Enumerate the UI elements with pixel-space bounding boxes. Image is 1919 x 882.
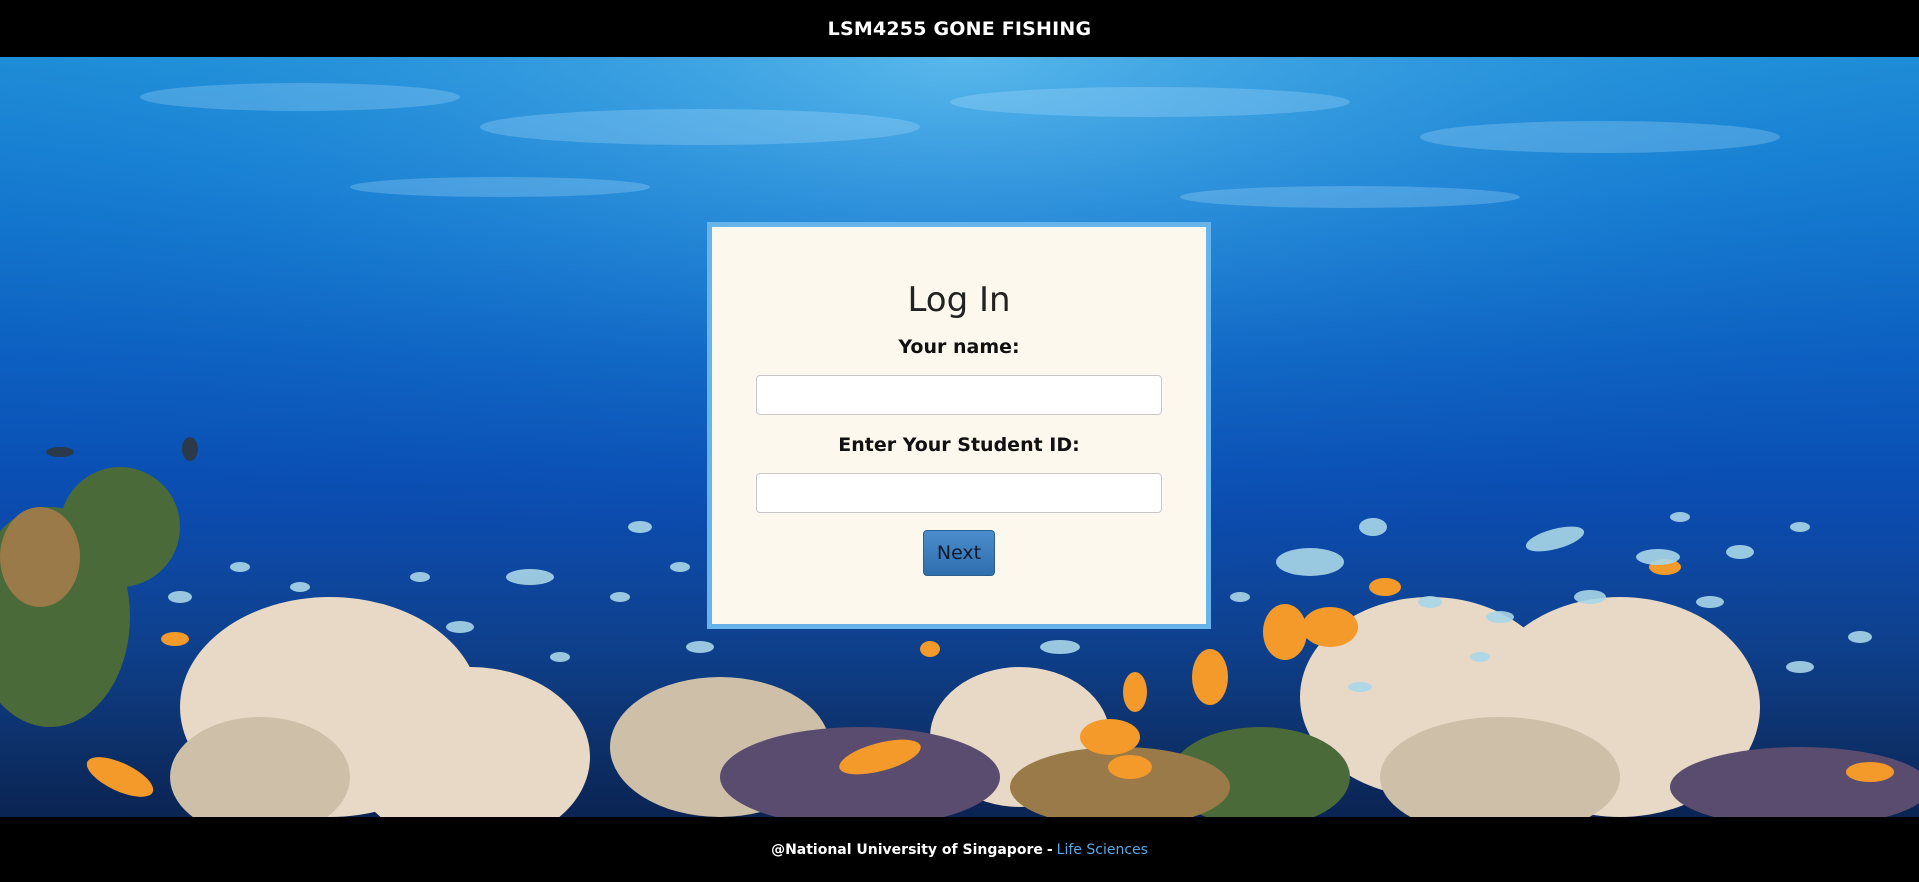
login-card: Log In Your name: Enter Your Student ID:… bbox=[707, 222, 1211, 629]
login-heading: Log In bbox=[907, 280, 1011, 320]
name-label: Your name: bbox=[898, 336, 1020, 358]
student-id-input[interactable] bbox=[756, 473, 1162, 513]
copyright-text: @National University of Singapore bbox=[771, 841, 1043, 858]
next-button[interactable]: Next bbox=[923, 530, 995, 576]
footer-separator: - bbox=[1046, 841, 1053, 858]
site-header: LSM4255 GONE FISHING bbox=[0, 0, 1919, 57]
site-footer: @National University of Singapore - Life… bbox=[0, 817, 1919, 882]
site-title: LSM4255 GONE FISHING bbox=[827, 17, 1092, 40]
life-sciences-link[interactable]: Life Sciences bbox=[1057, 842, 1148, 858]
student-id-label: Enter Your Student ID: bbox=[838, 434, 1080, 456]
name-input[interactable] bbox=[756, 375, 1162, 415]
